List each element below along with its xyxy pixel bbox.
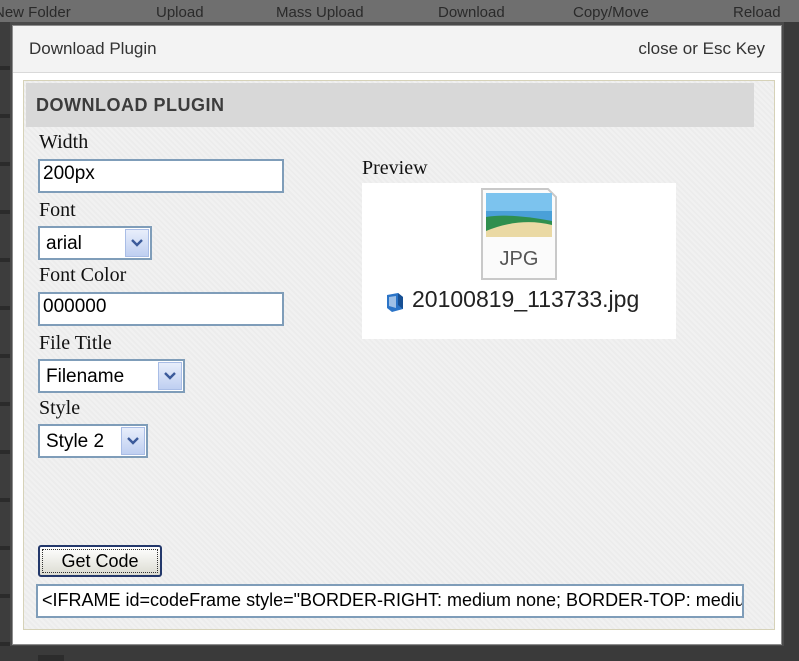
font-label: Font	[39, 199, 76, 221]
download-file-icon	[387, 293, 403, 312]
font-select[interactable]: arial	[38, 226, 152, 260]
jpg-icon-text: JPG	[500, 248, 539, 270]
style-label: Style	[39, 397, 81, 419]
bg-nav-upload: Upload	[156, 4, 204, 21]
preview-box: JPG 20100819_113733.jpg	[362, 183, 676, 339]
font-color-label: Font Color	[39, 264, 127, 286]
file-title-label: File Title	[39, 332, 112, 354]
code-output-field[interactable]: <IFRAME id=codeFrame style="BORDER-RIGHT…	[36, 584, 744, 618]
bg-nav-download: Download	[438, 4, 505, 21]
button-focus-ring	[42, 549, 158, 573]
width-label: Width	[39, 131, 89, 153]
file-title-select[interactable]: Filename	[38, 359, 185, 393]
background-right-edge	[784, 22, 799, 661]
chevron-down-icon[interactable]	[121, 427, 145, 455]
style-select-value: Style 2	[46, 431, 105, 452]
font-select-value: arial	[46, 233, 82, 254]
close-link[interactable]: close or Esc Key	[638, 39, 765, 59]
file-title-select-value: Filename	[46, 366, 125, 387]
plugin-panel: DOWNLOAD PLUGIN Width 200px Font arial F…	[23, 80, 775, 630]
chevron-down-icon[interactable]	[158, 362, 182, 390]
bg-nav-copy-move: Copy/Move	[573, 4, 649, 21]
download-plugin-dialog: Download Plugin close or Esc Key DOWNLOA…	[12, 25, 782, 645]
bg-nav-mass-upload: Mass Upload	[276, 4, 364, 21]
font-color-input[interactable]: 000000	[38, 292, 284, 326]
chevron-down-icon[interactable]	[125, 229, 149, 257]
preview-label: Preview	[362, 157, 428, 179]
panel-title: DOWNLOAD PLUGIN	[36, 95, 225, 115]
get-code-button[interactable]: Get Code	[38, 545, 162, 577]
background-sidebar	[0, 22, 10, 661]
dialog-titlebar: Download Plugin close or Esc Key	[13, 26, 781, 73]
bg-nav-new-folder: New Folder	[0, 4, 71, 21]
jpg-file-icon: JPG	[481, 188, 557, 280]
style-select[interactable]: Style 2	[38, 424, 148, 458]
preview-filename: 20100819_113733.jpg	[412, 286, 640, 312]
width-input[interactable]: 200px	[38, 159, 284, 193]
panel-header: DOWNLOAD PLUGIN	[26, 83, 754, 127]
background-footer	[0, 646, 799, 661]
background-toolbar: New Folder Upload Mass Upload Download C…	[0, 0, 799, 22]
background-footer-chip	[38, 655, 64, 661]
bg-nav-reload: Reload	[733, 4, 781, 21]
dialog-title: Download Plugin	[29, 39, 157, 58]
